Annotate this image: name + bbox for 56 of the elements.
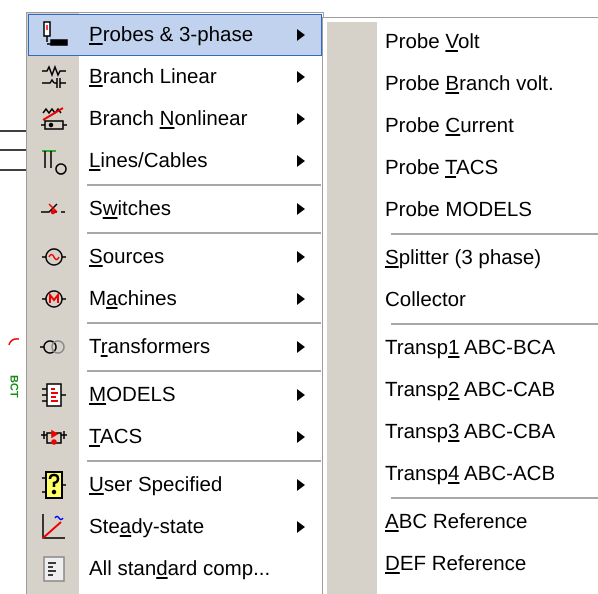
submenu-item[interactable]: Probe MODELS [323, 189, 598, 231]
menu-item-label: Transp2 ABC-CAB [385, 376, 556, 403]
menu-item-label: Transp4 ABC-ACB [385, 460, 556, 487]
menu-item-label: Probe MODELS [385, 196, 532, 223]
submenu-item[interactable]: Probe Current [323, 105, 598, 147]
menu-item[interactable]: Sources [28, 236, 322, 278]
submenu-item[interactable]: Transp3 ABC-CBA [323, 411, 598, 453]
menu-item[interactable]: Steady-state [28, 506, 322, 548]
menu-item-label: Machines [89, 286, 177, 310]
submenu-item[interactable]: ABC Reference [323, 501, 598, 543]
menu-item[interactable]: TACS [28, 416, 322, 458]
menu-item-label: User Specified [89, 472, 222, 496]
menu-item-label: Lines/Cables [89, 148, 208, 172]
menu-item-label: Sources [89, 244, 164, 268]
menu-item-label: Branch Nonlinear [89, 106, 248, 130]
submenu-item[interactable]: Probe Branch volt. [323, 63, 598, 105]
circuit-wire-drawing [0, 128, 27, 174]
canvas-label: BCT [6, 374, 21, 398]
menu-item[interactable]: User Specified [28, 464, 322, 506]
submenu-item[interactable]: Probe Volt [323, 21, 598, 63]
submenu-item[interactable]: Collector [323, 279, 598, 321]
question-mark-icon [39, 470, 69, 500]
submenu-item[interactable]: Transp1 ABC-BCA [323, 327, 598, 369]
submenu-item[interactable]: Probe TACS [323, 147, 598, 189]
menu-item-label: Probe Branch volt. [385, 70, 554, 97]
menu-item[interactable]: Machines [28, 278, 322, 320]
menu-item-label: Transp1 ABC-BCA [385, 334, 556, 361]
menu-item-label: All standard comp... [89, 556, 270, 580]
menu-item-label: Steady-state [89, 514, 204, 538]
menu-item-label: Transp3 ABC-CBA [385, 418, 556, 445]
menu-item[interactable]: Lines/Cables [28, 140, 322, 182]
menu-item-label: Collector [385, 286, 466, 313]
menu-item-label: Branch Linear [89, 64, 217, 88]
submenu-item[interactable]: DEF Reference [323, 543, 598, 585]
menu-item[interactable]: Transformers [28, 326, 322, 368]
menu-item-label: Transformers [89, 334, 210, 358]
submenu-item[interactable]: Splitter (3 phase) [323, 237, 598, 279]
menu-item-label: Probes & 3-phase [89, 22, 254, 46]
menu-item-label: Switches [89, 196, 172, 220]
menu-item[interactable]: MODELS [28, 374, 322, 416]
menu-item-label: Probe Current [385, 112, 514, 139]
menu-item-label: MODELS [89, 382, 176, 406]
menu-item-label: Probe Volt [385, 28, 480, 55]
menu-item[interactable]: Branch Nonlinear [28, 98, 322, 140]
menu-item[interactable]: Branch Linear [28, 56, 322, 98]
submenu-item[interactable]: Transp2 ABC-CAB [323, 369, 598, 411]
menu-item-label: ABC Reference [385, 508, 528, 535]
menu-item-label: Splitter (3 phase) [385, 244, 542, 271]
menu-item[interactable]: All standard comp... [28, 548, 322, 590]
submenu-item[interactable]: Transp4 ABC-ACB [323, 453, 598, 495]
menu-item-label: Probe TACS [385, 154, 498, 181]
menu-item[interactable]: Switches [28, 188, 322, 230]
menu-item-label: TACS [89, 424, 142, 448]
menu-item-label: DEF Reference [385, 550, 526, 577]
menu-item[interactable]: Probes & 3-phase [28, 14, 322, 56]
circuit-arc-drawing [8, 336, 20, 346]
